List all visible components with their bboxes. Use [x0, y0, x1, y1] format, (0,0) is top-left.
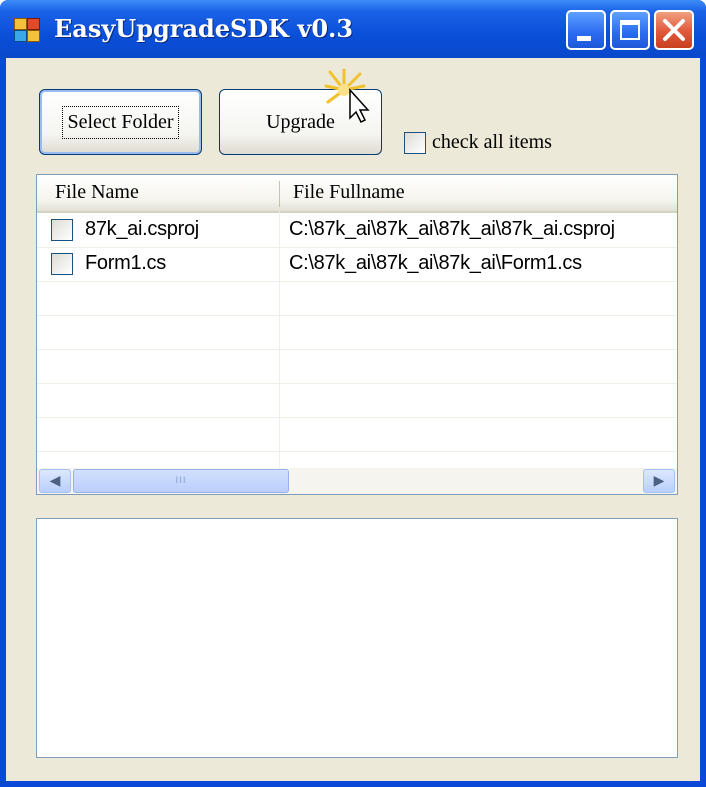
log-output-textbox[interactable]	[36, 518, 678, 758]
empty-row	[37, 383, 677, 418]
check-all-label: check all items	[432, 131, 552, 153]
horizontal-scrollbar[interactable]: ◀ III ▶	[37, 468, 677, 494]
scroll-left-button[interactable]: ◀	[39, 469, 71, 493]
file-fullname-cell: C:\87k_ai\87k_ai\87k_ai\87k_ai.csproj	[289, 218, 615, 240]
app-icon	[14, 18, 40, 42]
scrollbar-grip: III	[175, 476, 187, 486]
minimize-button[interactable]	[566, 10, 606, 50]
file-list[interactable]: File Name File Fullname 87k_ai.csproj C:…	[36, 174, 678, 495]
file-list-header: File Name File Fullname	[37, 175, 677, 213]
column-header-file-name[interactable]: File Name	[55, 181, 139, 204]
empty-row	[37, 281, 677, 316]
scroll-right-button[interactable]: ▶	[643, 469, 675, 493]
check-all-checkbox[interactable]	[404, 132, 426, 154]
maximize-button[interactable]	[610, 10, 650, 50]
row-checkbox[interactable]	[51, 219, 73, 241]
click-cursor-icon	[324, 68, 370, 124]
minimize-icon	[577, 36, 591, 41]
file-name-cell: Form1.cs	[85, 252, 166, 274]
empty-row	[37, 417, 677, 452]
close-icon	[663, 19, 685, 41]
chevron-right-icon: ▶	[653, 473, 665, 489]
table-row[interactable]: 87k_ai.csproj C:\87k_ai\87k_ai\87k_ai\87…	[37, 213, 677, 248]
file-fullname-cell: C:\87k_ai\87k_ai\87k_ai\Form1.cs	[289, 252, 582, 274]
title-bar[interactable]: EasyUpgradeSDK v0.3	[0, 0, 706, 58]
maximize-icon	[620, 20, 640, 40]
empty-row	[37, 315, 677, 350]
table-row[interactable]: Form1.cs C:\87k_ai\87k_ai\87k_ai\Form1.c…	[37, 247, 677, 282]
column-header-file-fullname[interactable]: File Fullname	[293, 181, 405, 204]
column-divider[interactable]	[279, 181, 280, 207]
select-folder-button[interactable]: Select Folder	[39, 89, 202, 155]
select-folder-label: Select Folder	[62, 105, 179, 139]
client-area: Select Folder Upgrade check all items Fi…	[6, 58, 700, 781]
row-checkbox[interactable]	[51, 253, 73, 275]
scrollbar-thumb[interactable]: III	[73, 469, 289, 493]
file-name-cell: 87k_ai.csproj	[85, 218, 199, 240]
empty-row	[37, 349, 677, 384]
close-button[interactable]	[654, 10, 694, 50]
column-gridline	[279, 211, 280, 469]
chevron-left-icon: ◀	[49, 473, 61, 489]
window-title: EasyUpgradeSDK v0.3	[54, 14, 354, 43]
